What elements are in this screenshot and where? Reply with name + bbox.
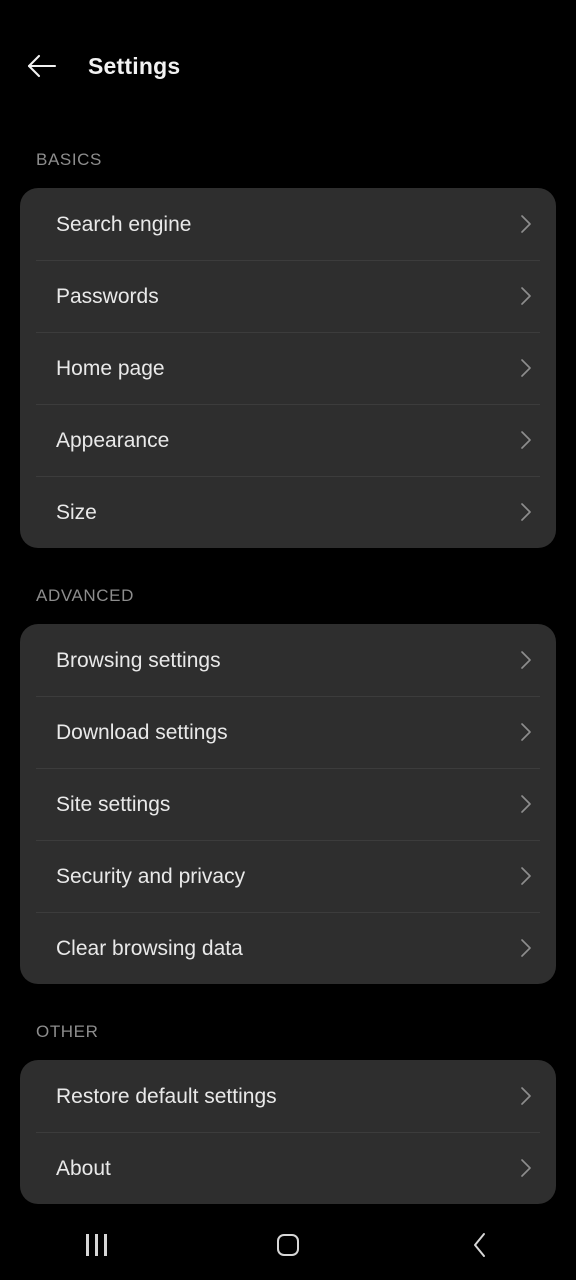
chevron-right-icon — [516, 358, 536, 378]
list-item-label: Search engine — [56, 212, 192, 236]
system-navigation-bar — [0, 1210, 576, 1280]
chevron-right-icon — [516, 286, 536, 306]
list-item-label: About — [56, 1156, 111, 1180]
list-item-label: Browsing settings — [56, 648, 221, 672]
recents-icon — [85, 1234, 107, 1256]
settings-card-advanced: Browsing settings Download settings Site… — [20, 624, 556, 984]
list-item-browsing-settings[interactable]: Browsing settings — [20, 624, 556, 696]
list-item-site-settings[interactable]: Site settings — [20, 768, 556, 840]
section-header-basics: BASICS — [36, 150, 102, 169]
list-item-clear-browsing-data[interactable]: Clear browsing data — [20, 912, 556, 984]
chevron-right-icon — [516, 1086, 536, 1106]
list-item-label: Home page — [56, 356, 165, 380]
app-bar: Settings — [0, 0, 576, 132]
list-item-passwords[interactable]: Passwords — [20, 260, 556, 332]
arrow-left-icon — [27, 53, 57, 79]
chevron-right-icon — [516, 794, 536, 814]
settings-card-basics: Search engine Passwords Home page Appear… — [20, 188, 556, 548]
chevron-right-icon — [516, 1158, 536, 1178]
list-item-label: Appearance — [56, 428, 170, 452]
settings-screen: Settings BASICS Search engine Passwords … — [0, 0, 576, 1280]
recents-button[interactable] — [0, 1210, 192, 1280]
chevron-right-icon — [516, 214, 536, 234]
list-item-security-and-privacy[interactable]: Security and privacy — [20, 840, 556, 912]
list-item-about[interactable]: About — [20, 1132, 556, 1204]
settings-card-other: Restore default settings About — [20, 1060, 556, 1204]
chevron-right-icon — [516, 502, 536, 522]
home-button[interactable] — [192, 1210, 384, 1280]
list-item-label: Passwords — [56, 284, 159, 308]
list-item-search-engine[interactable]: Search engine — [20, 188, 556, 260]
page-title: Settings — [88, 52, 181, 79]
list-item-label: Size — [56, 500, 97, 524]
list-item-label: Download settings — [56, 720, 228, 744]
settings-list[interactable]: BASICS Search engine Passwords Home page — [0, 132, 576, 1210]
chevron-right-icon — [516, 938, 536, 958]
list-item-label: Security and privacy — [56, 864, 246, 888]
section-header-other: OTHER — [36, 1022, 99, 1041]
home-icon — [277, 1234, 299, 1256]
chevron-right-icon — [516, 430, 536, 450]
chevron-right-icon — [516, 650, 536, 670]
list-item-label: Clear browsing data — [56, 936, 243, 960]
list-item-download-settings[interactable]: Download settings — [20, 696, 556, 768]
list-item-label: Site settings — [56, 792, 171, 816]
list-item-appearance[interactable]: Appearance — [20, 404, 556, 476]
section-header-advanced: ADVANCED — [36, 586, 135, 605]
list-item-label: Restore default settings — [56, 1084, 277, 1108]
back-button[interactable] — [10, 34, 74, 98]
chevron-right-icon — [516, 722, 536, 742]
back-nav-button[interactable] — [384, 1210, 576, 1280]
list-item-home-page[interactable]: Home page — [20, 332, 556, 404]
back-icon — [472, 1232, 488, 1258]
list-item-size[interactable]: Size — [20, 476, 556, 548]
list-item-restore-default-settings[interactable]: Restore default settings — [20, 1060, 556, 1132]
chevron-right-icon — [516, 866, 536, 886]
